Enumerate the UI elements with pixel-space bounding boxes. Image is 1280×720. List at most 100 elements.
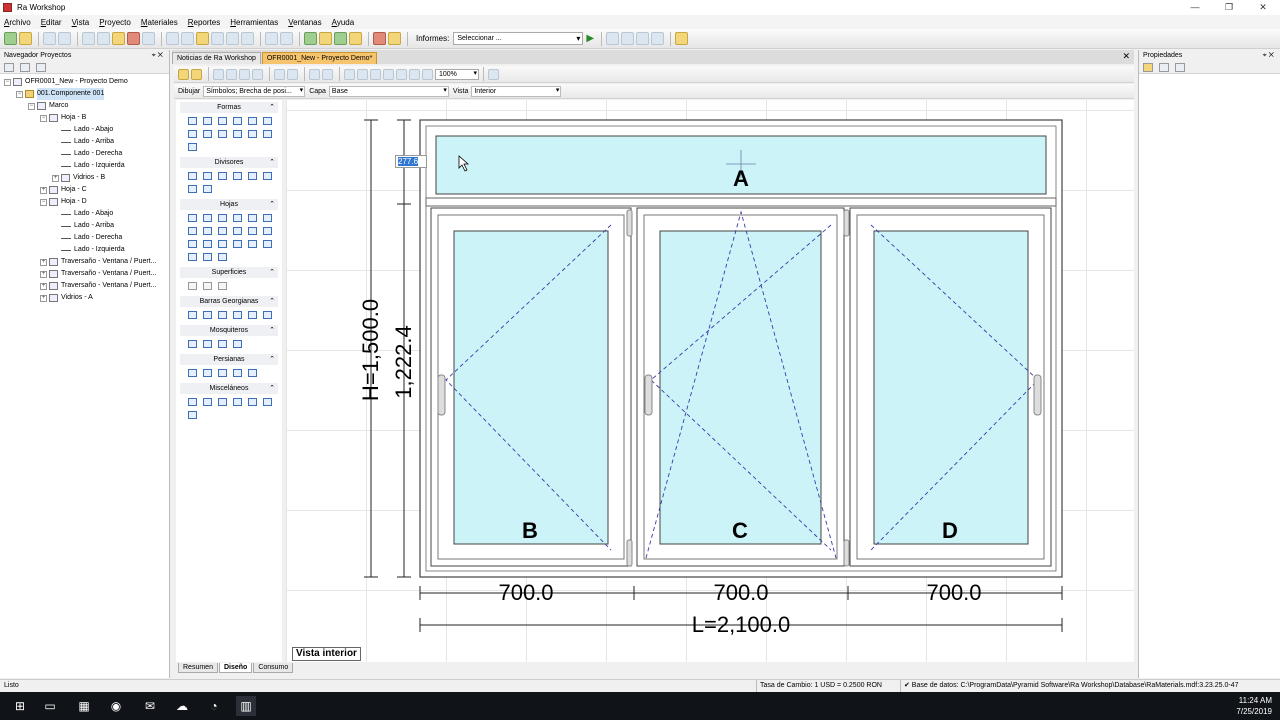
tree-item[interactable]: − OFR0001_New - Proyecto Demo xyxy=(0,76,169,88)
tab-consumo[interactable]: Consumo xyxy=(253,663,294,673)
tree-item[interactable]: + Traversaño - Ventana / Puert... xyxy=(0,268,169,280)
outlook-icon[interactable]: ✉ xyxy=(140,696,160,716)
palette-section-header[interactable]: Divisores ⌃ xyxy=(180,157,278,168)
new-icon[interactable] xyxy=(4,32,17,45)
palette-tool-icon[interactable] xyxy=(188,214,197,222)
split-grid-icon[interactable] xyxy=(239,68,250,80)
palette-tool-icon[interactable] xyxy=(188,172,197,180)
properties-pin-icon[interactable]: ⌖ ✕ xyxy=(1263,50,1274,62)
collapse-toggle-icon[interactable]: − xyxy=(4,78,11,86)
palette-tool-icon[interactable] xyxy=(188,398,197,406)
paste-icon[interactable] xyxy=(112,32,125,45)
palette-tool-icon[interactable] xyxy=(233,117,242,125)
palette-tool-icon[interactable] xyxy=(248,369,257,377)
tree-item[interactable]: + Traversaño - Ventana / Puert... xyxy=(0,280,169,292)
save-all-icon[interactable] xyxy=(58,32,71,45)
zoom-select[interactable]: 100% xyxy=(435,68,479,80)
design-canvas[interactable]: A B C D H=1,500.0 1,222.4 700.0 700.0 70… xyxy=(286,100,1134,662)
zoom-fit-icon[interactable] xyxy=(383,68,394,80)
tools-icon[interactable] xyxy=(373,32,386,45)
palette-tool-icon[interactable] xyxy=(233,172,242,180)
expand-toggle-icon[interactable]: + xyxy=(40,282,47,290)
collapse-toggle-icon[interactable]: − xyxy=(40,114,47,122)
palette-section-header[interactable]: Superficies ⌃ xyxy=(180,267,278,278)
palette-tool-icon[interactable] xyxy=(248,214,257,222)
palette-tool-icon[interactable] xyxy=(203,369,212,377)
split-horizontal-icon[interactable] xyxy=(226,68,237,80)
palette-tool-icon[interactable] xyxy=(218,240,227,248)
tab-resumen[interactable]: Resumen xyxy=(178,663,218,673)
delete-icon[interactable] xyxy=(127,32,140,45)
palette-tool-icon[interactable] xyxy=(188,340,197,348)
component-icon[interactable] xyxy=(181,32,194,45)
palette-tool-icon[interactable] xyxy=(188,369,197,377)
tree-item[interactable]: − Hoja - D xyxy=(0,196,169,208)
close-doc-icon[interactable]: ✕ xyxy=(1122,51,1130,62)
expand-icon[interactable] xyxy=(20,63,30,72)
palette-tool-icon[interactable] xyxy=(218,282,227,290)
calculator-icon[interactable]: ▦ xyxy=(74,696,94,716)
expand-toggle-icon[interactable]: + xyxy=(40,186,47,194)
key-icon[interactable] xyxy=(388,32,401,45)
palette-tool-icon[interactable] xyxy=(218,398,227,406)
tree-item[interactable]: + Vidrios - B xyxy=(0,172,169,184)
menu-vista[interactable]: Vista xyxy=(72,18,90,27)
palette-tool-icon[interactable] xyxy=(188,282,197,290)
palette-tool-icon[interactable] xyxy=(248,240,257,248)
palette-section-header[interactable]: Persianas ⌃ xyxy=(180,354,278,365)
palette-tool-icon[interactable] xyxy=(188,227,197,235)
tree-item[interactable]: Lado - Abajo xyxy=(0,208,169,220)
tree-item[interactable]: Lado - Derecha xyxy=(0,148,169,160)
palette-tool-icon[interactable] xyxy=(263,227,272,235)
palette-section-header[interactable]: Formas ⌃ xyxy=(180,102,278,113)
properties-icon[interactable] xyxy=(142,32,155,45)
menu-ventanas[interactable]: Ventanas xyxy=(288,18,321,27)
import-icon[interactable] xyxy=(211,32,224,45)
material-icon[interactable] xyxy=(196,32,209,45)
palette-section-header[interactable]: Barras Georgianas ⌃ xyxy=(180,296,278,307)
palette-tool-icon[interactable] xyxy=(203,240,212,248)
palette-tool-icon[interactable] xyxy=(218,214,227,222)
expand-toggle-icon[interactable]: + xyxy=(52,174,59,182)
save-icon[interactable] xyxy=(43,32,56,45)
expand-toggle-icon[interactable]: + xyxy=(40,294,47,302)
palette-tool-icon[interactable] xyxy=(248,227,257,235)
palette-section-header[interactable]: Hojas ⌃ xyxy=(180,199,278,210)
palette-tool-icon[interactable] xyxy=(218,227,227,235)
view-select[interactable]: Interior xyxy=(471,85,562,97)
palette-tool-icon[interactable] xyxy=(203,214,212,222)
palette-tool-icon[interactable] xyxy=(218,340,227,348)
palette-tool-icon[interactable] xyxy=(233,369,242,377)
palette-tool-icon[interactable] xyxy=(263,172,272,180)
zoom-100-icon[interactable] xyxy=(422,68,433,80)
collapse-toggle-icon[interactable]: − xyxy=(16,90,23,98)
pin-icon[interactable]: ⌖ ✕ xyxy=(152,50,163,62)
palette-tool-icon[interactable] xyxy=(188,253,197,261)
palette-tool-icon[interactable] xyxy=(263,240,272,248)
palette-tool-icon[interactable] xyxy=(203,117,212,125)
tree-item[interactable]: Lado - Arriba xyxy=(0,220,169,232)
palette-section-header[interactable]: Misceláneos ⌃ xyxy=(180,383,278,394)
palette-tool-icon[interactable] xyxy=(188,240,197,248)
palette-tool-icon[interactable] xyxy=(233,340,242,348)
collapse-chevron-icon[interactable]: ⌃ xyxy=(269,199,275,210)
dimension-icon[interactable] xyxy=(488,68,499,80)
palette-tool-icon[interactable] xyxy=(218,311,227,319)
calc-icon[interactable] xyxy=(241,32,254,45)
zoom-window-icon[interactable] xyxy=(370,68,381,80)
palette-tool-icon[interactable] xyxy=(218,253,227,261)
palette-tool-icon[interactable] xyxy=(263,398,272,406)
palette-tool-icon[interactable] xyxy=(263,130,272,138)
zoom-all-icon[interactable] xyxy=(396,68,407,80)
palette-tool-icon[interactable] xyxy=(188,130,197,138)
windows-start-icon[interactable]: ⊞ xyxy=(10,696,30,716)
tree-item[interactable]: Lado - Arriba xyxy=(0,136,169,148)
tree-item[interactable]: − Hoja - B xyxy=(0,112,169,124)
minimize-button[interactable]: — xyxy=(1178,0,1212,15)
menu-reportes[interactable]: Reportes xyxy=(188,18,220,27)
collapse-chevron-icon[interactable]: ⌃ xyxy=(269,354,275,365)
tree-item[interactable]: − Marco xyxy=(0,100,169,112)
collapse-chevron-icon[interactable]: ⌃ xyxy=(269,325,275,336)
tree-item[interactable]: Lado - Izquierda xyxy=(0,160,169,172)
select-pointer-icon[interactable] xyxy=(178,68,189,80)
